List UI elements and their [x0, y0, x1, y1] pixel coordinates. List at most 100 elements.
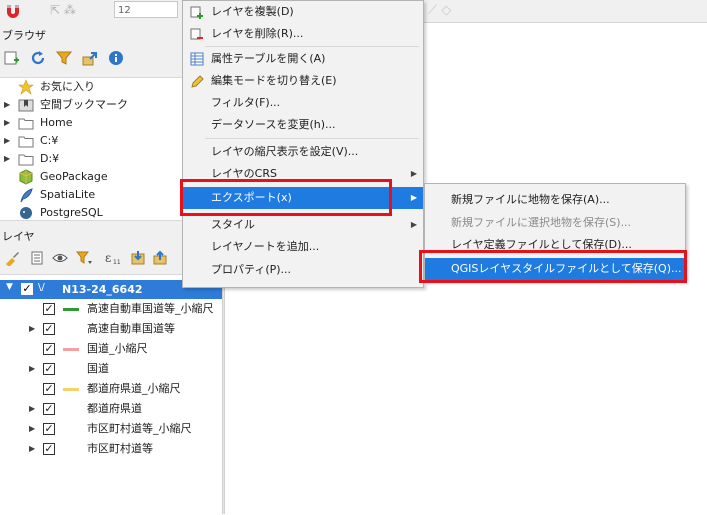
layer-label: 市区町村道等 — [87, 442, 153, 455]
layer-visibility-checkbox[interactable]: ✓ — [43, 383, 55, 395]
layer-row[interactable]: ▶ ✓ 高速自動車国道等 — [0, 319, 222, 339]
filter-icon[interactable] — [56, 50, 72, 66]
duplicate-layer-icon — [190, 6, 203, 19]
submenu-arrow-icon: ▶ — [410, 169, 417, 178]
menu-item-label: スタイル — [211, 218, 255, 231]
menu-item-style[interactable]: スタイル ▶ — [183, 214, 423, 236]
menu-item-duplicate-layer[interactable]: レイヤを複製(D) — [183, 1, 423, 23]
menu-item-label: プロパティ(P)... — [211, 263, 292, 276]
layer-label: 高速自動車国道等 — [87, 322, 175, 335]
menu-item-toggle-editing[interactable]: 編集モードを切り替え(E) — [183, 70, 423, 92]
browser-item-label: GeoPackage — [40, 170, 108, 183]
layer-label: 国道_小縮尺 — [87, 342, 148, 355]
menu-item-label: データソースを変更(h)... — [211, 118, 336, 131]
menu-item-label: 編集モードを切り替え(E) — [211, 74, 337, 87]
layer-visibility-checkbox[interactable]: ✓ — [43, 363, 55, 375]
layer-visibility-checkbox[interactable]: ✓ — [43, 403, 55, 415]
layer-visibility-checkbox[interactable]: ✓ — [43, 303, 55, 315]
collapse-all-layers-icon[interactable] — [152, 250, 168, 266]
layer-label: 都道府県道 — [87, 402, 142, 415]
bookmark-folder-icon — [18, 99, 34, 112]
browser-item-label: C:¥ — [40, 134, 59, 147]
tolerance-spinbox[interactable]: 12 — [114, 1, 178, 18]
layer-label: 市区町村道等_小縮尺 — [87, 422, 192, 435]
group-visibility-checkbox[interactable]: ✓ — [21, 283, 33, 295]
menu-item-label: フィルタ(F)... — [211, 96, 281, 109]
expand-caret[interactable]: ▶ — [29, 439, 35, 459]
expand-caret[interactable]: ▶ — [4, 96, 10, 114]
layer-row[interactable]: ✓ 都道府県道_小縮尺 — [0, 379, 222, 399]
menu-item-set-scale-visibility[interactable]: レイヤの縮尺表示を設定(V)... — [183, 141, 423, 163]
menu-item-remove-layer[interactable]: レイヤを削除(R)... — [183, 23, 423, 45]
annotation-highlight-export — [180, 179, 392, 216]
browser-item-label: D:¥ — [40, 152, 60, 165]
submenu-arrow-icon: ▶ — [410, 220, 417, 229]
layers-panel-title: レイヤ — [2, 230, 35, 243]
styling-brush-icon[interactable] — [4, 250, 20, 266]
menu-item-label: レイヤを複製(D) — [211, 5, 294, 18]
cursor-arrow-icon[interactable]: ⇱ ⁂ — [50, 3, 78, 19]
visibility-eye-icon[interactable] — [52, 250, 68, 266]
browser-item-label: PostgreSQL — [40, 206, 103, 219]
magnet-snapping-icon[interactable] — [4, 2, 22, 20]
expand-caret[interactable]: ▶ — [29, 319, 35, 339]
layer-row[interactable]: ✓ 高速自動車国道等_小縮尺 — [0, 299, 222, 319]
browser-item-label: SpatiaLite — [40, 188, 96, 201]
layer-visibility-checkbox[interactable]: ✓ — [43, 443, 55, 455]
layer-row[interactable]: ▶ ✓ 国道 — [0, 359, 222, 379]
layer-visibility-checkbox[interactable]: ✓ — [43, 323, 55, 335]
menu-item-label: レイヤを削除(R)... — [211, 27, 304, 40]
expand-caret[interactable]: ▶ — [4, 150, 10, 168]
layer-visibility-checkbox[interactable]: ✓ — [43, 423, 55, 435]
menu-item-label: 属性テーブルを開く(A) — [211, 52, 326, 65]
expand-caret[interactable]: ▶ — [4, 132, 10, 150]
line-symbol-swatch — [63, 348, 79, 351]
remove-layer-icon — [190, 28, 203, 40]
layer-row[interactable]: ▶ ✓ 市区町村道等_小縮尺 — [0, 419, 222, 439]
menu-item-properties[interactable]: プロパティ(P)... — [183, 259, 423, 281]
svg-text:11: 11 — [113, 259, 120, 266]
menu-item-open-attribute-table[interactable]: 属性テーブルを開く(A) — [183, 48, 423, 70]
submenu-arrow-icon: ▶ — [410, 193, 417, 202]
menu-item-change-data-source[interactable]: データソースを変更(h)... — [183, 114, 423, 136]
layer-group-label: N13-24_6642 — [62, 283, 143, 296]
layer-label: 高速自動車国道等_小縮尺 — [87, 302, 214, 315]
add-selected-layers-icon[interactable] — [4, 50, 20, 66]
collapse-all-icon[interactable] — [82, 50, 98, 66]
filter-legend-icon[interactable] — [76, 250, 92, 266]
faded-tool-icon[interactable]: ⟋ ◇ — [428, 3, 468, 19]
line-symbol-swatch — [63, 308, 79, 311]
layer-row[interactable]: ✓ 国道_小縮尺 — [0, 339, 222, 359]
menu-item-filter[interactable]: フィルタ(F)... — [183, 92, 423, 114]
info-icon[interactable] — [108, 50, 124, 66]
line-symbol-swatch — [63, 388, 79, 391]
layer-visibility-checkbox[interactable]: ✓ — [43, 343, 55, 355]
refresh-icon[interactable] — [30, 50, 46, 66]
add-group-icon[interactable] — [30, 250, 46, 266]
submenu-item-label: 新規ファイルに地物を保存(A)... — [451, 193, 610, 206]
layer-row[interactable]: ▶ ✓ 市区町村道等 — [0, 439, 222, 459]
folder-icon — [18, 136, 34, 148]
collapse-caret[interactable]: ▼ — [6, 282, 13, 292]
submenu-item-save-features-as[interactable]: 新規ファイルに地物を保存(A)... — [425, 189, 685, 211]
menu-item-label: レイヤノートを追加... — [211, 240, 320, 253]
layer-context-menu: レイヤを複製(D) レイヤを削除(R)... 属性テーブルを開く(A) 編集モー… — [182, 0, 424, 288]
layer-row[interactable]: ▶ ✓ 都道府県道 — [0, 399, 222, 419]
menu-separator — [205, 46, 419, 47]
expand-caret[interactable]: ▶ — [29, 419, 35, 439]
star-icon — [18, 79, 34, 95]
expand-caret[interactable]: ▶ — [29, 359, 35, 379]
submenu-item-save-selected-features-as[interactable]: 新規ファイルに選択地物を保存(S)... — [425, 212, 685, 234]
folder-icon — [18, 118, 34, 130]
filter-expression-icon[interactable]: ε 11 — [104, 250, 120, 266]
menu-separator — [205, 138, 419, 139]
expand-caret[interactable]: ▶ — [29, 399, 35, 419]
layer-label: 都道府県道_小縮尺 — [87, 382, 181, 395]
menu-item-label: レイヤの縮尺表示を設定(V)... — [211, 145, 359, 158]
spatialite-feather-icon — [20, 188, 33, 203]
expand-caret[interactable]: ▶ — [4, 114, 10, 132]
folder-icon — [18, 154, 34, 166]
expand-all-icon[interactable] — [130, 250, 146, 266]
menu-item-add-layer-notes[interactable]: レイヤノートを追加... — [183, 236, 423, 258]
browser-item-label: 空間ブックマーク — [40, 98, 128, 111]
